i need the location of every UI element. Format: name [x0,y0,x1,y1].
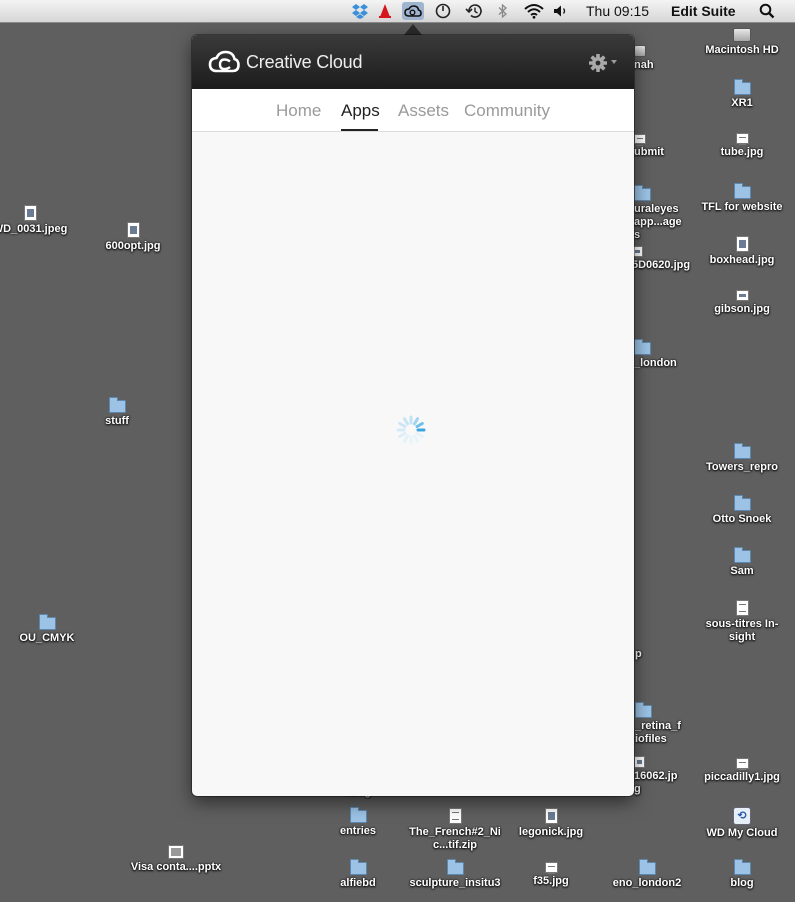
popover-arrow [404,24,422,35]
desktop-file[interactable]: tube.jpg [694,133,790,159]
chevron-down-icon[interactable] [611,60,617,64]
desktop-file[interactable]: Visa conta....pptx [128,845,224,874]
desktop-file[interactable]: gibson.jpg [694,290,790,316]
desktop-folder[interactable]: Towers_repro [694,443,790,474]
desktop-item[interactable]: nah [634,45,664,72]
loading-spinner-icon [396,415,426,445]
desktop-file[interactable]: legonick.jpg [503,808,599,839]
folder-icon [634,339,651,355]
desktop-folder[interactable]: TFL for website [694,183,790,214]
folder-icon [733,443,751,459]
desktop-item[interactable]: p [635,648,649,661]
desktop-folder[interactable]: _retina_f iofiles [635,702,691,746]
desktop-drive[interactable]: Macintosh HD [694,28,790,57]
desktop-folder[interactable]: Otto Snoek [694,495,790,526]
desktop-folder[interactable]: XR1 [694,79,790,110]
desktop-file[interactable]: 5D0620.jpg [632,246,692,272]
image-file-icon [23,205,37,221]
folder-icon [634,185,651,201]
bluetooth-icon[interactable] [496,2,510,20]
wifi-icon[interactable] [522,2,546,20]
desktop-file[interactable]: 16062.jpg [634,756,680,796]
desktop-folder[interactable]: OU_CMYK [0,614,95,645]
folder-icon [635,702,652,718]
desktop-file[interactable]: boxhead.jpg [694,236,790,267]
image-file-icon [544,862,558,874]
file-icon [634,134,646,146]
folder-icon [349,859,367,875]
desktop-folder[interactable]: _london [634,339,680,370]
creative-cloud-panel: Creative Cloud Home Apps Assets Communit… [192,35,634,796]
folder-icon [733,183,751,199]
desktop-folder[interactable]: Sam [694,547,790,578]
desktop-folder[interactable]: sculpture_insitu3 [407,859,503,890]
desktop-file[interactable]: The_French#2_Nic...tif.zip [407,808,503,852]
desktop-file[interactable]: f35.jpg [503,862,599,888]
tab-assets[interactable]: Assets [398,101,449,121]
desktop-folder[interactable]: alfiebd [310,859,406,890]
creative-cloud-icon[interactable] [402,2,424,20]
dropbox-icon[interactable] [350,2,370,20]
wd-cloud-icon: ⟲ [733,807,751,825]
spotlight-icon[interactable] [758,2,776,20]
desktop-file[interactable]: 600opt.jpg [85,222,181,253]
image-file-icon [634,756,645,768]
image-file-icon [544,808,558,824]
folder-icon [349,807,367,823]
desktop-item[interactable]: ubmit [634,134,678,159]
folder-icon [733,495,751,511]
panel-title: Creative Cloud [246,52,363,72]
panel-header: Creative Cloud [192,35,634,89]
folder-icon [733,79,751,95]
zip-file-icon [448,808,462,824]
desktop-wd-cloud[interactable]: ⟲ WD My Cloud [694,807,790,840]
panel-tabs: Home Apps Assets Community [192,89,634,132]
image-file-icon [735,290,749,301]
folder-icon [638,859,656,875]
image-file-icon [735,758,749,770]
image-file-icon [735,236,749,252]
desktop-folder[interactable]: eno_london2 [599,859,695,890]
desktop-folder[interactable]: blog [694,859,790,890]
folder-icon [446,859,464,875]
menubar-clock[interactable]: Thu 09:15 [586,3,649,19]
creative-cloud-logo-icon [208,50,240,73]
tab-apps[interactable]: Apps [341,101,380,121]
time-machine-icon[interactable] [464,2,484,20]
desktop-folder[interactable]: stuff [69,397,165,428]
folder-icon [108,397,126,413]
hard-drive-icon [733,28,751,42]
active-tab-underline [341,129,378,131]
desktop-file[interactable]: sous-titres In-sight [694,600,790,644]
desktop-folder[interactable]: entries [310,807,406,838]
folder-icon [733,859,751,875]
tab-home[interactable]: Home [276,101,321,121]
power-icon[interactable] [434,2,452,20]
tab-community[interactable]: Community [464,101,550,121]
menubar-user[interactable]: Edit Suite [671,3,736,19]
image-file-icon [735,133,749,145]
drive-icon [634,45,646,57]
desktop-file[interactable]: WD_0031.jpeg [0,205,78,236]
document-icon [735,600,749,616]
volume-icon[interactable] [552,2,570,20]
gear-icon[interactable] [588,53,608,73]
menu-bar: Thu 09:15 Edit Suite [0,0,795,23]
presentation-file-icon [168,845,184,859]
desktop-folder[interactable]: uraleyes app...ages [634,185,682,242]
image-file-icon [126,222,140,238]
folder-icon [733,547,751,563]
folder-icon [38,614,56,630]
desktop-file[interactable]: piccadilly1.jpg [694,758,790,784]
acrobat-icon[interactable] [376,2,394,20]
